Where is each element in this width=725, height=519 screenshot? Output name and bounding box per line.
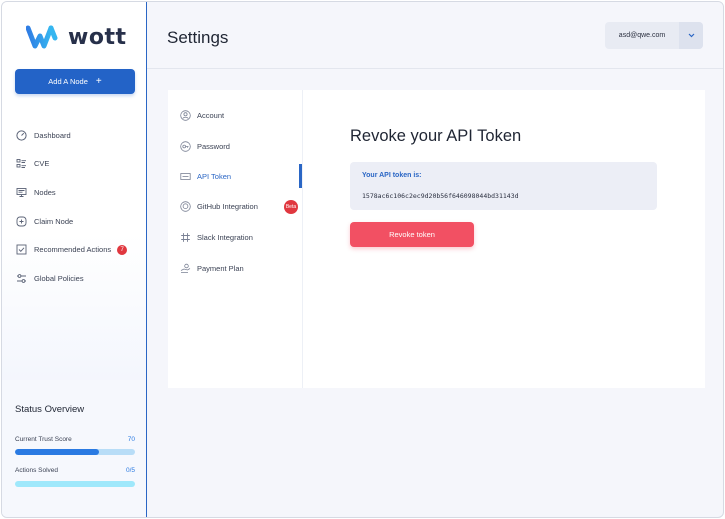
brand-name: wott — [68, 24, 127, 50]
revoke-token-button[interactable]: Revoke token — [350, 222, 474, 247]
actions-solved-bar — [15, 481, 135, 487]
section-title: Revoke your API Token — [350, 127, 522, 145]
settings-tab-label: Password — [197, 141, 230, 151]
status-overview: Status Overview Current Trust Score 70 A… — [2, 380, 146, 517]
sidebar-item-label: Global Policies — [34, 273, 84, 283]
logo[interactable]: wott — [26, 22, 126, 52]
sidebar-item-label: Recommended Actions — [34, 245, 112, 255]
page-title: Settings — [167, 28, 229, 47]
sidebar-item-claim-node[interactable]: Claim Node — [15, 207, 140, 236]
monitor-icon — [15, 186, 27, 198]
sidebar-item-label: CVE — [34, 159, 50, 169]
header: Settings asd@qwe.com — [147, 2, 723, 69]
trust-score-label: Current Trust Score — [15, 436, 72, 443]
github-icon — [179, 200, 191, 212]
payment-icon — [179, 262, 191, 274]
actions-solved-row: Actions Solved 0/5 — [15, 467, 135, 474]
add-node-button[interactable]: Add A Node + — [15, 69, 135, 94]
api-token-label: Your API token is: — [362, 172, 422, 179]
token-icon — [179, 170, 191, 182]
sidebar: wott Add A Node + Dashboard CVE Nodes Cl… — [2, 2, 147, 517]
settings-tab-label: Payment Plan — [197, 263, 244, 273]
sidebar-item-dashboard[interactable]: Dashboard — [15, 121, 140, 150]
app-window: wott Add A Node + Dashboard CVE Nodes Cl… — [1, 1, 724, 518]
user-menu[interactable]: asd@qwe.com — [605, 22, 703, 49]
trust-score-bar — [15, 449, 135, 455]
user-icon — [179, 109, 191, 121]
api-token-box: Your API token is: 1578ac6c106c2ec9d20b5… — [350, 162, 657, 210]
sidebar-item-label: Dashboard — [34, 130, 71, 140]
sliders-icon — [15, 272, 27, 284]
settings-tab-label: API Token — [197, 171, 232, 181]
trust-score-row: Current Trust Score 70 — [15, 436, 135, 443]
key-icon — [179, 140, 191, 152]
trust-score-value: 70 — [127, 436, 135, 443]
user-email: asd@qwe.com — [618, 32, 666, 39]
plus-square-icon — [15, 215, 27, 227]
settings-tab-account[interactable]: Account — [179, 105, 302, 125]
settings-tab-api-token[interactable]: API Token — [179, 166, 302, 186]
add-node-label: Add A Node — [48, 77, 88, 86]
status-overview-title: Status Overview — [15, 404, 85, 415]
settings-tab-password[interactable]: Password — [179, 136, 302, 156]
sidebar-item-nodes[interactable]: Nodes — [15, 178, 140, 207]
settings-tab-label: Slack Integration — [197, 232, 253, 242]
settings-nav: Account Password API Token GitHub Integr — [168, 90, 302, 388]
dashboard-icon — [15, 129, 27, 141]
api-token-section: Revoke your API Token Your API token is:… — [302, 90, 705, 388]
sidebar-item-label: Claim Node — [34, 216, 74, 226]
settings-panel: Account Password API Token GitHub Integr — [168, 90, 705, 388]
checkbox-icon — [15, 244, 27, 256]
settings-tab-payment-plan[interactable]: Payment Plan — [179, 258, 302, 278]
sidebar-nav: Dashboard CVE Nodes Claim Node Recommend… — [15, 121, 140, 293]
chevron-down-icon[interactable] — [679, 22, 703, 49]
actions-solved-label: Actions Solved — [15, 467, 58, 474]
trust-score-bar-fill — [15, 449, 99, 455]
recommended-actions-badge: 7 — [117, 244, 128, 255]
settings-tab-label: Account — [197, 110, 225, 120]
actions-solved-value: 0/5 — [125, 467, 135, 474]
slack-icon — [179, 231, 191, 243]
api-token-value[interactable]: 1578ac6c106c2ec9d20b56f646098044bd31143d — [362, 192, 519, 200]
settings-tab-slack[interactable]: Slack Integration — [179, 227, 302, 247]
settings-tab-label: GitHub Integration — [197, 201, 258, 211]
wott-logo-icon — [26, 25, 58, 49]
sidebar-item-global-policies[interactable]: Global Policies — [15, 264, 140, 293]
sidebar-item-cve[interactable]: CVE — [15, 150, 140, 179]
sidebar-item-label: Nodes — [34, 187, 56, 197]
beta-badge: Beta — [284, 200, 298, 214]
list-icon — [15, 158, 27, 170]
plus-icon: + — [95, 75, 102, 87]
sidebar-item-recommended-actions[interactable]: Recommended Actions 7 — [15, 235, 140, 264]
